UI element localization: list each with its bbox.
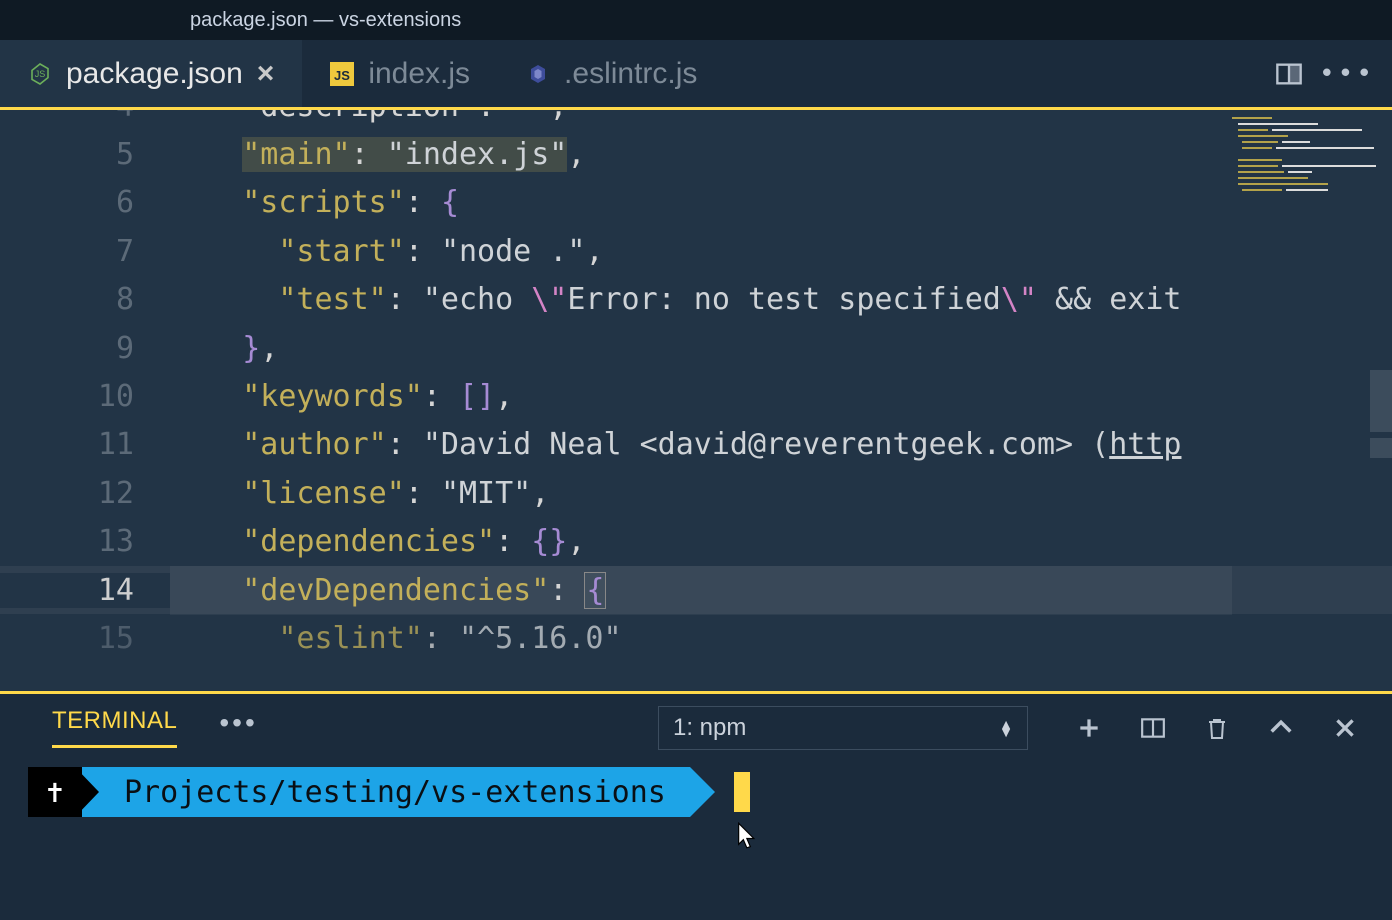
more-actions-icon[interactable]: ••• <box>1332 59 1362 89</box>
split-terminal-icon[interactable] <box>1138 713 1168 743</box>
svg-text:JS: JS <box>35 69 46 79</box>
code-line: 11 "author": "David Neal <david@reverent… <box>0 421 1392 469</box>
panel-tab-terminal[interactable]: TERMINAL <box>52 707 177 748</box>
chevron-updown-icon: ▲▼ <box>999 720 1013 736</box>
code-line: 8 "test": "echo \"Error: no test specifi… <box>0 276 1392 324</box>
code-line: 7 "start": "node .", <box>0 227 1392 275</box>
close-icon[interactable]: × <box>257 59 275 89</box>
terminal-toolbar: 1: npm ▲▼ <box>658 706 1360 750</box>
line-number: 10 <box>0 379 170 414</box>
kill-terminal-icon[interactable] <box>1202 713 1232 743</box>
prompt-segment-path: Projects/testing/vs-extensions <box>82 767 690 817</box>
eslint-icon <box>526 62 550 86</box>
tab-actions: ••• <box>1274 40 1362 107</box>
maximize-panel-icon[interactable] <box>1266 713 1296 743</box>
minimap[interactable] <box>1232 113 1380 223</box>
tab-index-js[interactable]: JS index.js <box>302 40 498 107</box>
line-number: 11 <box>0 427 170 462</box>
prompt-symbol: ✝ <box>46 775 64 810</box>
line-number: 5 <box>0 137 170 172</box>
terminal-cursor <box>734 772 750 812</box>
line-number: 9 <box>0 331 170 366</box>
panel-overflow-icon[interactable]: ••• <box>219 707 257 747</box>
line-number: 6 <box>0 185 170 220</box>
terminal-body[interactable]: ✝ Projects/testing/vs-extensions <box>0 760 1392 824</box>
prompt-path-text: Projects/testing/vs-extensions <box>106 775 666 810</box>
line-number: 4 <box>0 110 170 124</box>
tab-eslintrc[interactable]: .eslintrc.js <box>498 40 725 107</box>
split-editor-icon[interactable] <box>1274 59 1304 89</box>
editor-tabbar: JS package.json × JS index.js .eslintrc.… <box>0 40 1392 110</box>
terminal-panel: TERMINAL ••• 1: npm ▲▼ ✝ Projects/testin… <box>0 694 1392 917</box>
code-line: 4 description : , <box>0 110 1392 130</box>
tab-label: .eslintrc.js <box>564 57 697 91</box>
line-number: 7 <box>0 234 170 269</box>
line-number: 14 <box>0 573 170 608</box>
line-number: 13 <box>0 524 170 559</box>
code-line: 6 "scripts": { <box>0 179 1392 227</box>
code-line: 15 "eslint": "^5.16.0" <box>0 614 1392 662</box>
tab-label: index.js <box>368 57 470 91</box>
code-line: 5 "main": "index.js", <box>0 130 1392 178</box>
tab-label: package.json <box>66 57 243 91</box>
mouse-pointer-icon <box>734 821 762 849</box>
line-number: 15 <box>0 621 170 656</box>
minimap-slider[interactable] <box>1370 438 1392 458</box>
line-number: 12 <box>0 476 170 511</box>
code-line: 12 "license": "MIT", <box>0 469 1392 517</box>
svg-text:JS: JS <box>334 68 350 83</box>
nodejs-icon: JS <box>28 62 52 86</box>
close-panel-icon[interactable] <box>1330 713 1360 743</box>
window-title: package.json — vs-extensions <box>190 9 461 32</box>
code-editor[interactable]: 4 description : , 5 "main": "index.js", … <box>0 110 1392 691</box>
js-icon: JS <box>330 62 354 86</box>
terminal-selector-label: 1: npm <box>673 714 746 742</box>
code-line: 13 "dependencies": {}, <box>0 518 1392 566</box>
minimap-slider[interactable] <box>1370 370 1392 432</box>
code-line: 9 }, <box>0 324 1392 372</box>
window-titlebar: package.json — vs-extensions <box>0 0 1392 40</box>
new-terminal-icon[interactable] <box>1074 713 1104 743</box>
line-number: 8 <box>0 282 170 317</box>
terminal-selector[interactable]: 1: npm ▲▼ <box>658 706 1028 750</box>
prompt-segment-git: ✝ <box>28 767 82 817</box>
tab-package-json[interactable]: JS package.json × <box>0 40 302 107</box>
code-line: 10 "keywords": [], <box>0 372 1392 420</box>
code-line-active: 14 "devDependencies": { <box>0 566 1392 614</box>
